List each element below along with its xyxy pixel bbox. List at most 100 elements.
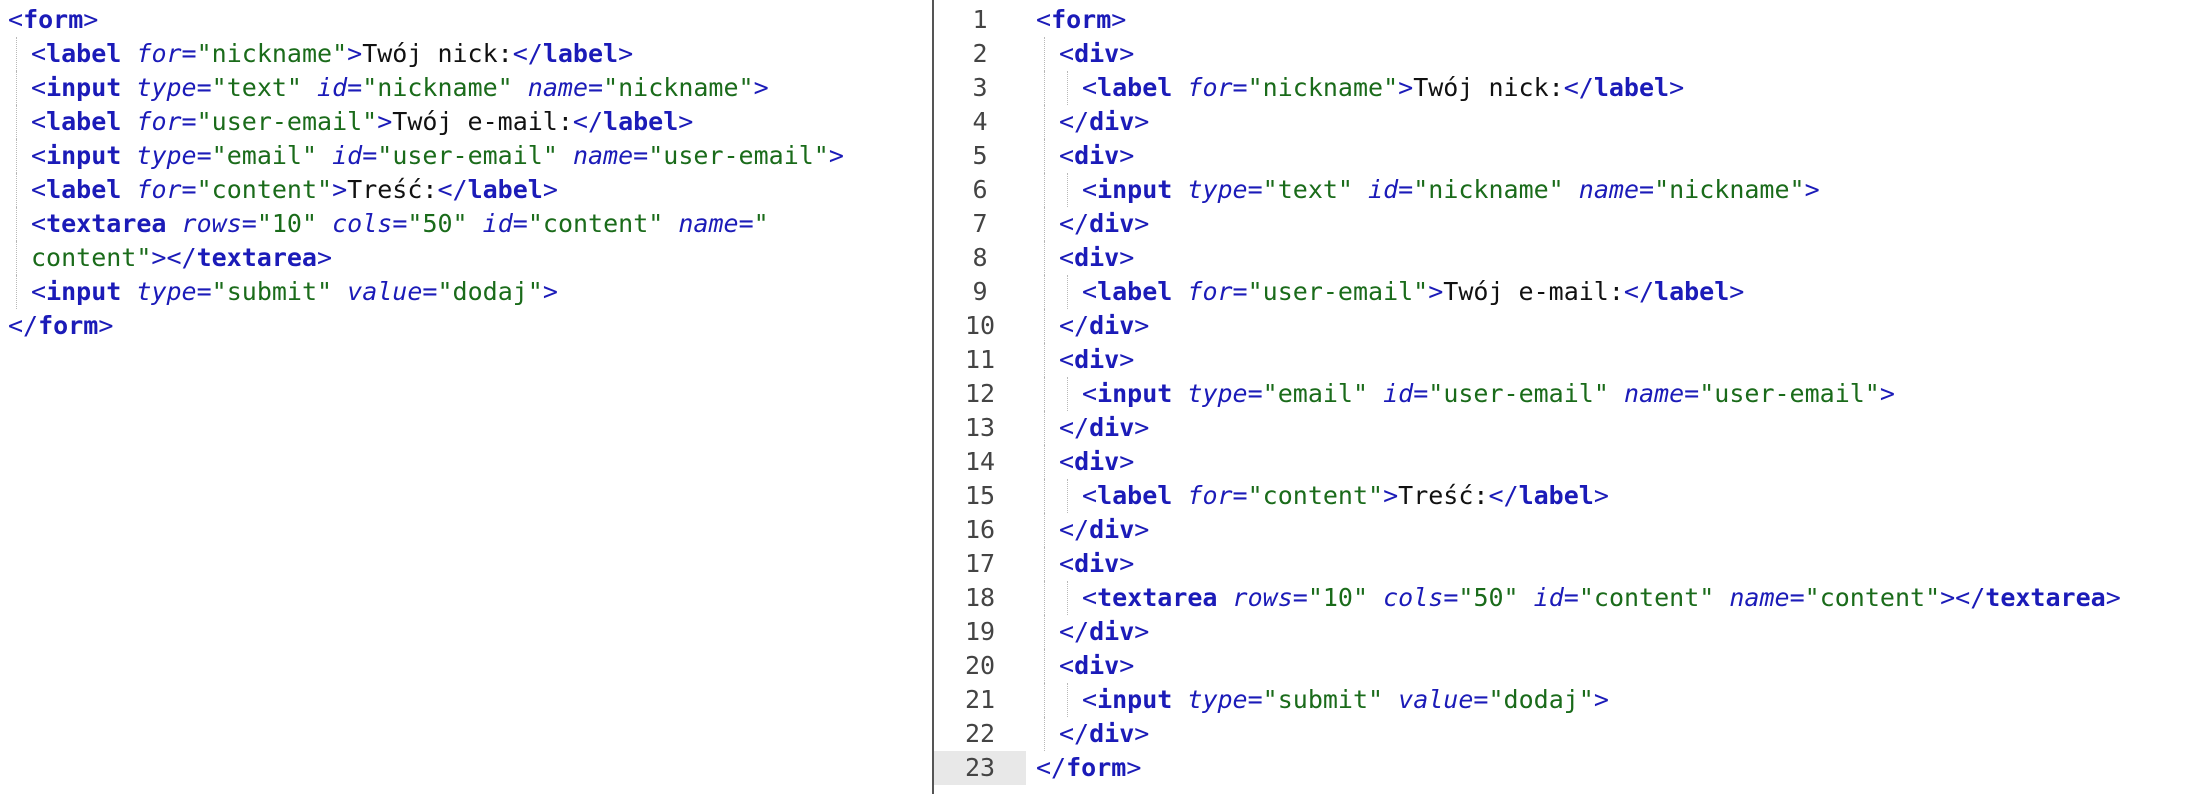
indent-guide bbox=[1067, 275, 1068, 309]
tag-name: div bbox=[1089, 209, 1135, 238]
text-content bbox=[1217, 583, 1232, 612]
left-code-line[interactable]: <input type="text" id="nickname" name="n… bbox=[8, 71, 844, 105]
tag-bracket: > bbox=[753, 73, 769, 102]
text-content: Twój e-mail: bbox=[392, 107, 573, 136]
right-code-line[interactable]: <div> bbox=[1036, 547, 2121, 581]
text-content bbox=[121, 141, 136, 170]
tag-bracket: > bbox=[1126, 753, 1142, 782]
text-content bbox=[1714, 583, 1729, 612]
indent-guide bbox=[1044, 309, 1045, 343]
tag-bracket: < bbox=[31, 175, 47, 204]
tag-name: div bbox=[1089, 515, 1135, 544]
left-code-area[interactable]: <form> <label for="nickname">Twój nick:</… bbox=[8, 3, 844, 343]
tag-bracket: </ bbox=[1059, 107, 1090, 136]
tag-name: label bbox=[603, 107, 679, 136]
tag-bracket: = bbox=[1247, 685, 1263, 714]
right-code-line[interactable]: <textarea rows="10" cols="50" id="conten… bbox=[1036, 581, 2121, 615]
tag-name: div bbox=[1074, 549, 1120, 578]
line-number: 15 bbox=[964, 481, 996, 510]
right-code-line[interactable]: <div> bbox=[1036, 343, 2121, 377]
right-code-editor[interactable]: 1 2 3 4 5 6 7 8 9 10 11 12 13 14 15 16 17 18 19 20 21 22 23 <f… bbox=[934, 0, 2206, 797]
tag-bracket: > bbox=[1669, 73, 1685, 102]
tag-bracket: > bbox=[1119, 39, 1135, 68]
attribute-value: "nickname" bbox=[1654, 175, 1805, 204]
right-code-area[interactable]: <form> <div> <label for="nickname">Twój ni… bbox=[1036, 3, 2121, 785]
right-code-line[interactable]: <input type="text" id="nickname" name="n… bbox=[1036, 173, 2121, 207]
text-content: Twój nick: bbox=[362, 39, 513, 68]
line-number: 10 bbox=[964, 311, 996, 340]
right-code-line[interactable]: <div> bbox=[1036, 37, 2121, 71]
tag-bracket: = bbox=[241, 209, 257, 238]
line-number: 21 bbox=[964, 685, 996, 714]
tag-name: label bbox=[1518, 481, 1594, 510]
line-number: 17 bbox=[964, 549, 996, 578]
text-content bbox=[121, 73, 136, 102]
attribute-name: cols bbox=[332, 209, 393, 238]
text-content bbox=[1172, 175, 1187, 204]
tag-bracket: </ bbox=[437, 175, 468, 204]
tag-bracket: = bbox=[196, 141, 212, 170]
right-code-line[interactable]: <label for="nickname">Twój nick:</label> bbox=[1036, 71, 2121, 105]
left-code-editor[interactable]: <form> <label for="nickname">Twój nick:</… bbox=[0, 0, 932, 794]
left-code-line[interactable]: <textarea rows="10" cols="50" id="conten… bbox=[8, 207, 844, 241]
right-code-line[interactable]: <div> bbox=[1036, 649, 2121, 683]
attribute-name: type bbox=[136, 277, 197, 306]
right-code-line[interactable]: <label for="content">Treść:</label> bbox=[1036, 479, 2121, 513]
tag-name: form bbox=[1066, 753, 1127, 782]
tag-bracket: > bbox=[1134, 107, 1150, 136]
tag-bracket: > bbox=[377, 107, 393, 136]
tag-bracket: = bbox=[196, 277, 212, 306]
left-code-line[interactable]: <label for="user-email">Twój e-mail:</la… bbox=[8, 105, 844, 139]
indent-guide bbox=[1067, 377, 1068, 411]
tag-name: div bbox=[1074, 39, 1120, 68]
left-code-line[interactable]: content"></textarea> bbox=[8, 241, 844, 275]
attribute-value: "content" bbox=[1578, 583, 1715, 612]
attribute-value: "nickname" bbox=[1413, 175, 1564, 204]
tag-name: label bbox=[1097, 481, 1173, 510]
attribute-value: "dodaj" bbox=[1488, 685, 1594, 714]
tag-bracket: = bbox=[1292, 583, 1308, 612]
tag-bracket: > bbox=[1593, 685, 1609, 714]
right-code-line[interactable]: <div> bbox=[1036, 445, 2121, 479]
attribute-value: "50" bbox=[1458, 583, 1519, 612]
text-content bbox=[121, 175, 136, 204]
right-code-line[interactable]: </div> bbox=[1036, 105, 2121, 139]
tag-bracket: > bbox=[1134, 719, 1150, 748]
attribute-name: for bbox=[136, 107, 182, 136]
left-code-line[interactable]: </form> bbox=[8, 309, 844, 343]
tag-bracket: > bbox=[542, 175, 558, 204]
right-code-line[interactable]: </div> bbox=[1036, 207, 2121, 241]
left-code-line[interactable]: <label for="content">Treść:</label> bbox=[8, 173, 844, 207]
tag-name: label bbox=[1097, 277, 1173, 306]
right-code-line[interactable]: </div> bbox=[1036, 309, 2121, 343]
right-code-line[interactable]: <div> bbox=[1036, 139, 2121, 173]
line-number: 5 bbox=[972, 141, 988, 170]
right-code-line[interactable]: <input type="email" id="user-email" name… bbox=[1036, 377, 2121, 411]
right-code-line[interactable]: <form> bbox=[1036, 3, 2121, 37]
right-code-line[interactable]: </div> bbox=[1036, 411, 2121, 445]
tag-bracket: </ bbox=[572, 107, 604, 136]
right-code-line[interactable]: <label for="user-email">Twój e-mail:</la… bbox=[1036, 275, 2121, 309]
tag-bracket: = bbox=[362, 141, 378, 170]
right-code-line[interactable]: </form> bbox=[1036, 751, 2121, 785]
attribute-name: name bbox=[1578, 175, 1640, 204]
attribute-value: "50" bbox=[407, 209, 468, 238]
line-number: 22 bbox=[964, 719, 996, 748]
left-code-line[interactable]: <form> bbox=[8, 3, 844, 37]
right-code-line[interactable]: </div> bbox=[1036, 513, 2121, 547]
right-code-line[interactable]: </div> bbox=[1036, 717, 2121, 751]
right-code-line[interactable]: <input type="submit" value="dodaj"> bbox=[1036, 683, 2121, 717]
left-code-line[interactable]: <label for="nickname">Twój nick:</label> bbox=[8, 37, 844, 71]
tag-bracket: </ bbox=[1059, 617, 1090, 646]
tag-name: div bbox=[1074, 243, 1120, 272]
tag-name: label bbox=[1097, 73, 1173, 102]
left-code-line[interactable]: <input type="email" id="user-email" name… bbox=[8, 139, 844, 173]
text-content bbox=[1172, 73, 1187, 102]
text-content bbox=[1172, 481, 1187, 510]
tag-bracket: </ bbox=[1488, 481, 1519, 510]
left-code-line[interactable]: <input type="submit" value="dodaj"> bbox=[8, 275, 844, 309]
right-code-line[interactable]: </div> bbox=[1036, 615, 2121, 649]
text-content: Twój nick: bbox=[1413, 73, 1564, 102]
right-code-line[interactable]: <div> bbox=[1036, 241, 2121, 275]
text-content bbox=[513, 73, 528, 102]
